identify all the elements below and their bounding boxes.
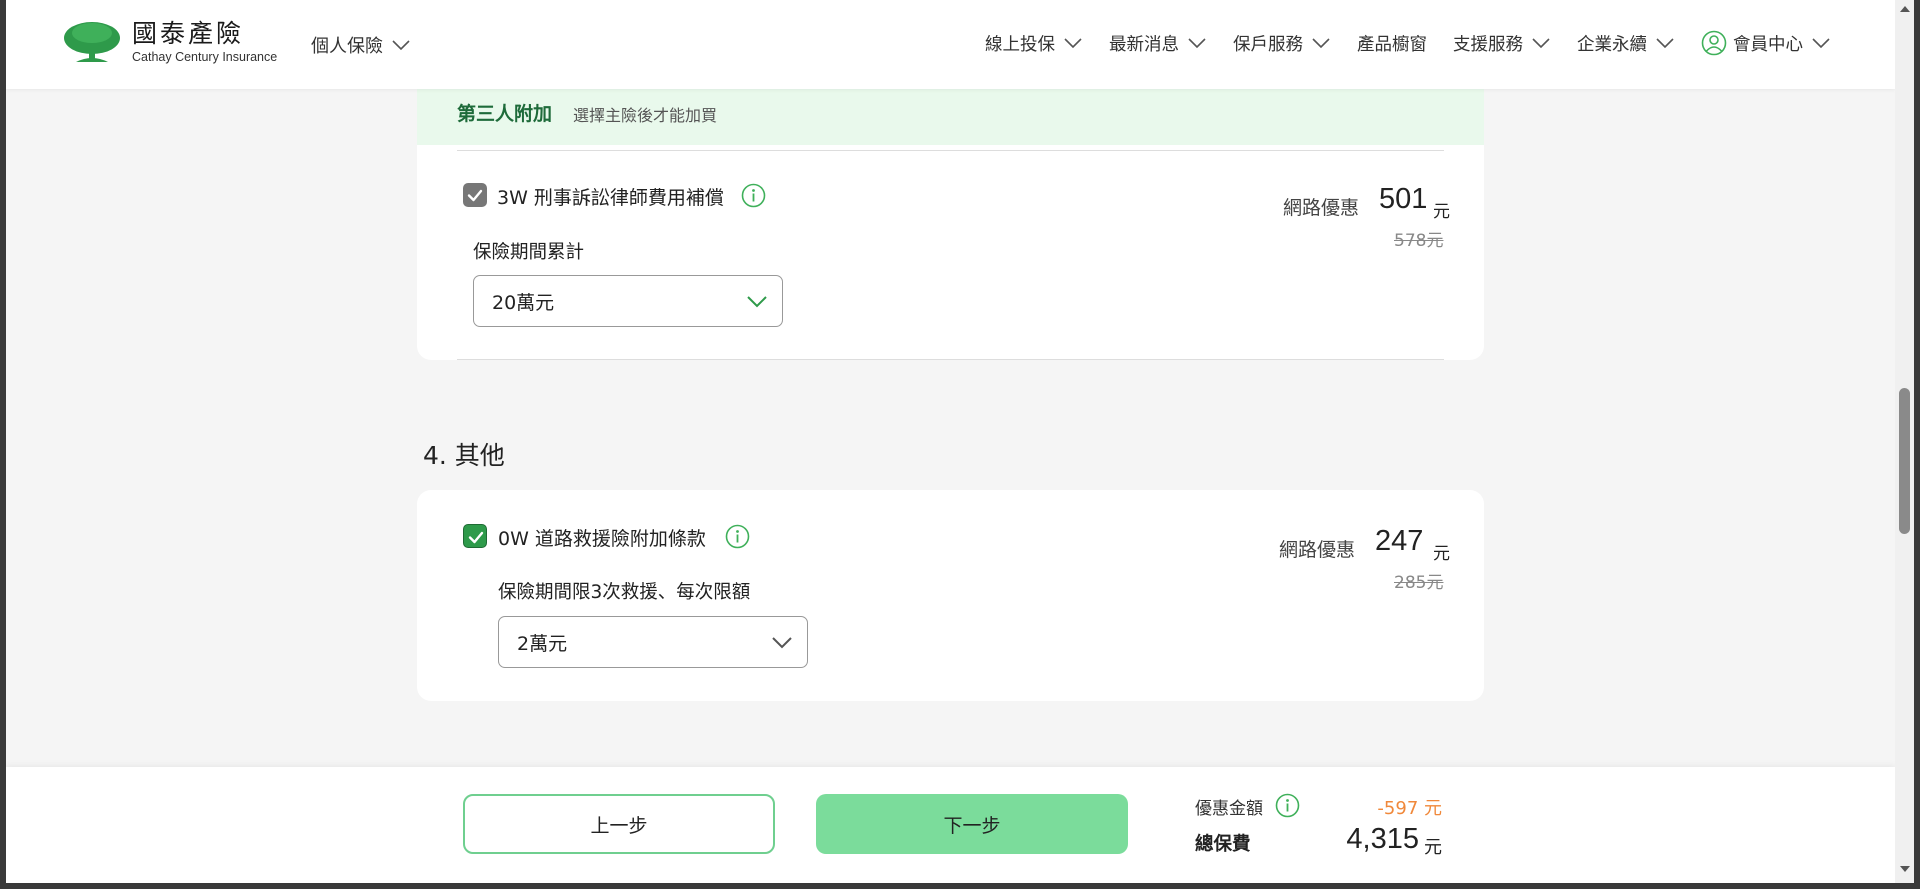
info-icon[interactable] (1275, 793, 1300, 818)
total-premium-label: 總保費 (1195, 834, 1251, 855)
total-premium-value: 4,315 (1346, 823, 1419, 855)
chevron-down-icon (1656, 38, 1674, 49)
item-label-0w-roadside-assistance[interactable]: 0W 道路救援險附加條款 (498, 524, 706, 551)
previous-step-button[interactable]: 上一步 (463, 794, 775, 854)
nav-item-label: 會員中心 (1733, 34, 1803, 55)
original-price: 578元 (1394, 231, 1444, 251)
price-unit: 元 (1433, 202, 1450, 222)
coverage-period-label: 保險期間累計 (473, 242, 585, 263)
nav-item-support[interactable]: 支援服務 (1453, 31, 1551, 56)
third-party-title: 第三人附加 (457, 103, 553, 125)
nav-item-sustainability[interactable]: 企業永續 (1577, 31, 1675, 56)
chevron-down-icon (1188, 38, 1206, 49)
coverage-limit-label: 保險期間限3次救援、每次限額 (498, 582, 751, 603)
checkbox-3w-legal-fee[interactable] (463, 183, 487, 207)
info-icon[interactable] (741, 183, 766, 208)
cathay-tree-logo-icon (64, 22, 120, 62)
site-header: 國泰產險 Cathay Century Insurance 個人保險 線上投保 … (6, 0, 1895, 89)
logo-name-cn: 國泰產險 (132, 19, 245, 48)
price-value: 501 (1379, 183, 1428, 215)
divider (457, 150, 1444, 151)
page-scrollbar[interactable] (1895, 0, 1914, 883)
checkbox-0w-roadside-assistance[interactable] (463, 524, 487, 548)
select-value: 20萬元 (492, 291, 555, 314)
discount-label: 優惠金額 (1195, 799, 1263, 819)
chevron-down-icon (772, 637, 792, 649)
nav-item-label: 保戶服務 (1233, 34, 1303, 55)
divider (457, 359, 1444, 360)
chevron-down-icon (1064, 38, 1082, 49)
price-label: 網路優惠 (1279, 539, 1356, 561)
price-label: 網路優惠 (1283, 197, 1360, 219)
original-price: 285元 (1394, 573, 1444, 593)
chevron-down-icon (392, 40, 410, 51)
nav-item-label: 產品櫥窗 (1357, 34, 1427, 55)
check-icon (467, 189, 483, 202)
nav-item-member-center[interactable]: 會員中心 (1701, 30, 1831, 56)
total-premium-unit: 元 (1424, 837, 1442, 858)
nav-item-label: 企業永續 (1577, 34, 1647, 55)
item-label-3w-legal-fee[interactable]: 3W 刑事訴訟律師費用補償 (497, 183, 724, 210)
price-unit: 元 (1433, 544, 1450, 564)
nav-item-label: 線上投保 (985, 34, 1055, 55)
third-party-addon-card: 第三人附加 選擇主險後才能加買 3W 刑事訴訟律師費用補償 保險期間累計 20萬… (417, 62, 1484, 360)
info-icon[interactable] (725, 524, 750, 549)
discount-value: -597 元 (1377, 798, 1442, 819)
other-addon-card: 0W 道路救援險附加條款 保險期間限3次救援、每次限額 2萬元 網路優惠 247… (417, 490, 1484, 701)
nav-item-label: 最新消息 (1109, 34, 1179, 55)
chevron-down-icon (1312, 38, 1330, 49)
nav-personal-label: 個人保險 (311, 36, 383, 57)
chevron-down-icon (747, 296, 767, 308)
chevron-down-icon (1532, 38, 1550, 49)
nav-personal-insurance[interactable]: 個人保險 (311, 32, 411, 58)
select-value: 2萬元 (517, 632, 568, 655)
next-step-button[interactable]: 下一步 (816, 794, 1128, 854)
checkout-bar: 上一步 下一步 優惠金額 -597 元 總保費 4,315 元 (6, 767, 1895, 883)
user-circle-icon (1701, 30, 1727, 56)
logo-name-en: Cathay Century Insurance (132, 50, 278, 64)
scroll-down-arrow-icon[interactable] (1900, 866, 1910, 872)
section-title-other: 4. 其他 (423, 441, 505, 470)
window-edge-bottom (0, 883, 1920, 889)
check-icon (468, 531, 484, 544)
third-party-subtitle: 選擇主險後才能加買 (573, 106, 718, 125)
nav-item-product-showcase[interactable]: 產品櫥窗 (1357, 31, 1427, 56)
scrollbar-thumb[interactable] (1899, 388, 1910, 534)
nav-item-policyholder-service[interactable]: 保戶服務 (1233, 31, 1331, 56)
roadside-limit-select[interactable]: 2萬元 (498, 616, 808, 668)
coverage-amount-select[interactable]: 20萬元 (473, 275, 783, 327)
cathay-logo[interactable]: 國泰產險 Cathay Century Insurance (62, 20, 277, 66)
main-nav: 線上投保 最新消息 保戶服務 產品櫥窗 支援服務 企業永續 會員中心 (959, 30, 1831, 56)
nav-item-online-purchase[interactable]: 線上投保 (985, 31, 1083, 56)
page-viewport: 國泰產險 Cathay Century Insurance 個人保險 線上投保 … (6, 0, 1895, 889)
chevron-down-icon (1812, 38, 1830, 49)
price-value: 247 (1375, 525, 1424, 557)
window-edge-right (1914, 0, 1920, 889)
nav-item-news[interactable]: 最新消息 (1109, 31, 1207, 56)
nav-item-label: 支援服務 (1453, 34, 1523, 55)
scroll-up-arrow-icon[interactable] (1900, 6, 1910, 12)
